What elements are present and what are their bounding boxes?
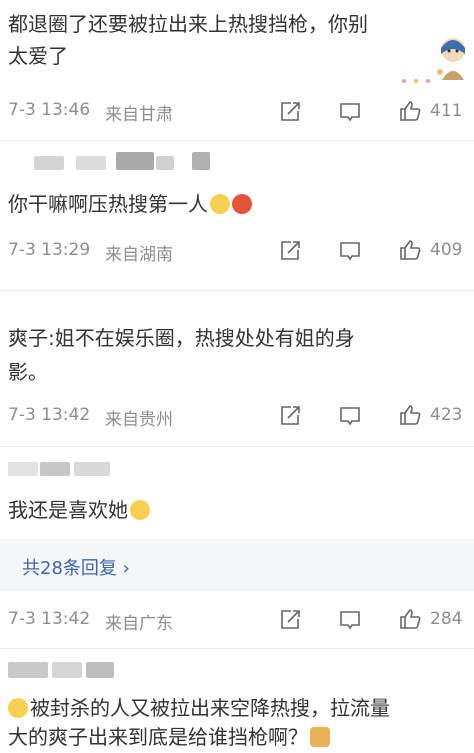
view-replies-link[interactable]: 共28条回复 ›	[22, 554, 130, 580]
like-icon[interactable]	[398, 238, 422, 262]
comment-1-date: 7-3 13:46	[8, 100, 91, 120]
comment-3-date: 7-3 13:42	[8, 405, 91, 425]
comment-4-text: 我还是喜欢她	[8, 494, 150, 526]
blurred-username	[52, 662, 82, 678]
repost-icon[interactable]	[278, 239, 302, 263]
blurred-username	[76, 156, 106, 170]
blurred-username	[192, 152, 210, 170]
divider	[0, 290, 474, 291]
comment-5-text-body-2: 大的爽子出来到底是给谁挡枪啊？	[8, 725, 308, 749]
blurred-username	[86, 662, 114, 678]
like-icon[interactable]	[398, 403, 422, 427]
laughing-emoji-icon	[130, 500, 150, 520]
doge-emoji-icon	[310, 727, 330, 747]
sticker-decoration-icon	[436, 36, 470, 80]
decor-dots-icon	[400, 70, 440, 83]
comment-2-text: 你干嘛啊压热搜第一人	[8, 188, 252, 220]
comment-5-text-line2: 大的爽子出来到底是给谁挡枪啊？	[8, 721, 330, 753]
blurred-username	[8, 662, 48, 678]
comment-5-text-line1: 被封杀的人又被拉出来空降热搜，拉流量	[8, 692, 390, 724]
blurred-username	[34, 156, 64, 170]
repost-icon[interactable]	[278, 100, 302, 124]
comment-icon[interactable]	[338, 239, 362, 263]
comment-icon[interactable]	[338, 100, 362, 124]
comment-icon[interactable]	[338, 404, 362, 428]
divider	[0, 446, 474, 447]
blurred-username	[116, 152, 154, 170]
like-icon[interactable]	[398, 99, 422, 123]
blurred-username	[8, 462, 38, 476]
comment-2-text-body: 你干嘛啊压热搜第一人	[8, 192, 208, 216]
repost-icon[interactable]	[278, 608, 302, 632]
comment-icon[interactable]	[338, 608, 362, 632]
thinking-emoji-icon	[210, 194, 230, 214]
comment-1-text-line1: 都退圈了还要被拉出来上热搜挡枪，你别	[8, 12, 368, 36]
comment-3-text-line2: 影。	[8, 360, 48, 384]
repost-icon[interactable]	[278, 404, 302, 428]
comment-4-location: 来自广东	[105, 614, 173, 634]
comment-1-text-line2: 太爱了	[8, 44, 68, 68]
comment-2-date: 7-3 13:29	[8, 240, 91, 260]
like-icon[interactable]	[398, 607, 422, 631]
divider	[0, 648, 474, 649]
laughing-emoji-icon	[8, 698, 28, 718]
angry-emoji-icon	[232, 194, 252, 214]
comment-2-location: 来自湖南	[105, 245, 173, 265]
comment-4-text-body: 我还是喜欢她	[8, 498, 128, 522]
comment-3-text-line1: 爽子:姐不在娱乐圈，热搜处处有姐的身	[8, 326, 355, 350]
blurred-username	[74, 462, 110, 476]
comment-1-location: 来自甘肃	[105, 105, 173, 125]
comment-3-likes: 423	[430, 405, 463, 425]
reply-box[interactable]: 共28条回复 ›	[0, 539, 474, 591]
comment-4-date: 7-3 13:42	[8, 609, 91, 629]
comment-1-likes: 411	[430, 101, 463, 121]
comment-4-likes: 284	[430, 609, 463, 629]
blurred-username	[40, 462, 70, 476]
comment-3-location: 来自贵州	[105, 410, 173, 430]
divider	[0, 140, 474, 141]
blurred-username	[156, 156, 174, 170]
comment-2-likes: 409	[430, 240, 463, 260]
comment-5-text-body: 被封杀的人又被拉出来空降热搜，拉流量	[30, 696, 390, 720]
